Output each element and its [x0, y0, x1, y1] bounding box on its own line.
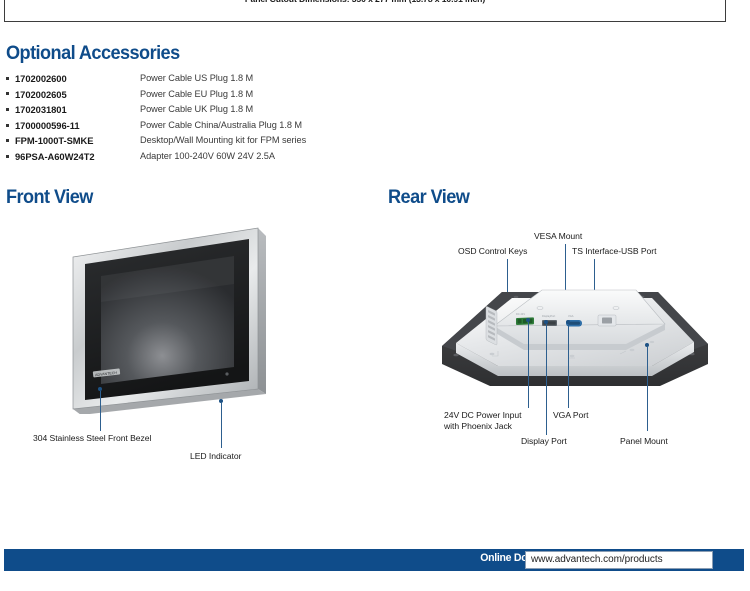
callout-leader-led-indicator [221, 403, 222, 448]
callout-leader-vga-port [568, 324, 569, 408]
callout-label-power-input: 24V DC Power Input with Phoenix Jack [444, 410, 522, 431]
accessory-description: Power Cable China/Australia Plug 1.8 M [140, 119, 303, 130]
callout-label-ts-interface-usb-port: TS Interface-USB Port [572, 246, 657, 256]
list-item: 1702002600 Power Cable US Plug 1.8 M [6, 71, 366, 87]
bullet-icon [6, 102, 15, 118]
callout-leader-display-port [546, 324, 547, 435]
panel-cutout-box: Panel Cutout Dimensions: 350 x 277 mm (1… [4, 0, 726, 22]
callout-leader-front-bezel [100, 391, 101, 431]
accessory-description: Desktop/Wall Mounting kit for FPM series [140, 135, 307, 146]
rear-view-product-image: DC 24V DisplayPort VGA [442, 289, 708, 386]
accessory-description: Power Cable UK Plug 1.8 M [140, 104, 254, 115]
accessory-description: Power Cable EU Plug 1.8 M [140, 88, 254, 99]
panel-cutout-caption: Panel Cutout Dimensions: 350 x 277 mm (1… [5, 0, 725, 4]
callout-leader-power-input [528, 322, 529, 408]
section-heading-rear-view: Rear View [388, 186, 470, 208]
callout-label-vesa-mount: VESA Mount [534, 231, 583, 241]
list-item: FPM-1000T-SMKE Desktop/Wall Mounting kit… [6, 133, 366, 149]
accessory-description: Adapter 100-240V 60W 24V 2.5A [140, 150, 275, 161]
list-item: 1700000596-11 Power Cable China/Australi… [6, 118, 366, 134]
footer-url-text[interactable]: www.advantech.com/products [531, 554, 663, 565]
bullet-icon [6, 71, 15, 87]
optional-accessories-list: 1702002600 Power Cable US Plug 1.8 M 170… [6, 71, 366, 165]
accessory-sku: 96PSA-A60W24T2 [15, 150, 95, 162]
callout-label-osd-control-keys: OSD Control Keys [458, 246, 528, 256]
list-item: 1702002605 Power Cable EU Plug 1.8 M [6, 87, 366, 103]
svg-text:VGA: VGA [568, 314, 574, 318]
accessory-sku: FPM-1000T-SMKE [15, 135, 94, 147]
accessory-description: Power Cable US Plug 1.8 M [140, 73, 254, 83]
accessory-sku: 1700000596-11 [15, 119, 80, 131]
bullet-icon [6, 149, 15, 165]
svg-text:DC 24V: DC 24V [516, 312, 525, 316]
list-item: 96PSA-A60W24T2 Adapter 100-240V 60W 24V … [6, 149, 366, 165]
svg-text:DisplayPort: DisplayPort [542, 314, 556, 318]
bullet-icon [6, 118, 15, 134]
list-item: 1702031801 Power Cable UK Plug 1.8 M [6, 102, 366, 118]
bullet-icon [6, 87, 15, 103]
callout-label-display-port: Display Port [521, 436, 567, 446]
accessory-sku: 1702031801 [15, 104, 67, 116]
bullet-icon [6, 133, 15, 149]
callout-label-led-indicator: LED Indicator [190, 451, 242, 461]
callout-leader-panel-mount [647, 347, 648, 431]
callout-label-front-bezel: 304 Stainless Steel Front Bezel [33, 433, 152, 443]
section-heading-optional-accessories: Optional Accessories [6, 42, 180, 64]
section-heading-front-view: Front View [6, 186, 93, 208]
accessory-sku: 1702002605 [15, 88, 67, 100]
front-view-product-image: ADVANTECH [72, 227, 266, 414]
callout-label-vga-port: VGA Port [553, 410, 589, 420]
callout-label-panel-mount: Panel Mount [620, 436, 668, 446]
accessory-sku: 1702002600 [15, 73, 67, 84]
